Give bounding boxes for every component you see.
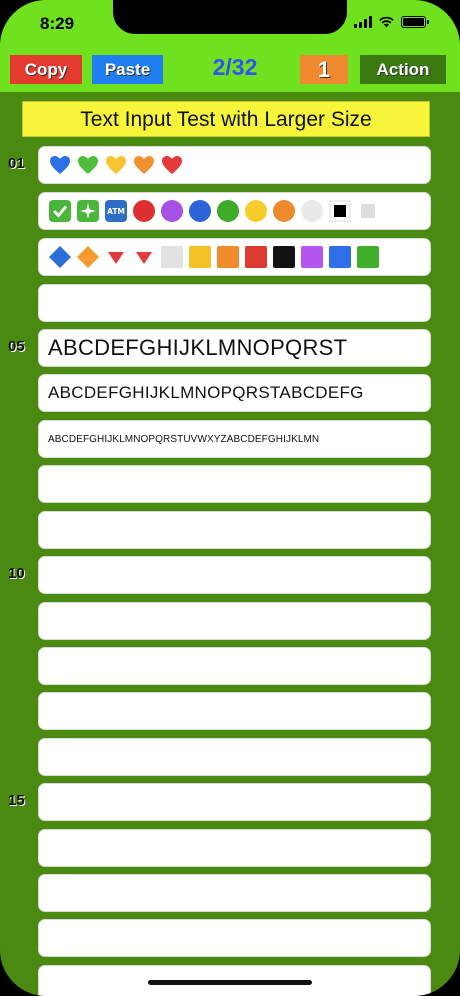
emoji-row <box>48 153 184 177</box>
white-square-icon <box>161 246 183 268</box>
orange-square-icon <box>217 246 239 268</box>
text-field-04[interactable] <box>38 284 431 322</box>
app-screen: 8:29 Copy Paste 2/32 1 Action Text Input… <box>0 0 460 996</box>
notch <box>113 0 347 34</box>
blue-diamond-icon <box>49 246 71 268</box>
yellow-heart-icon <box>106 156 126 174</box>
paste-button[interactable]: Paste <box>92 55 163 84</box>
red-triangle-down-icon <box>108 252 124 264</box>
red-triangle-down-small-icon <box>136 252 152 264</box>
orange-circle-icon <box>273 200 295 222</box>
purple-circle-icon <box>161 200 183 222</box>
text-field-03[interactable] <box>38 238 431 276</box>
text-field-09[interactable] <box>38 511 431 549</box>
black-square-icon <box>329 200 351 222</box>
blue-heart-icon <box>50 156 70 174</box>
page-title: Text Input Test with Larger Size <box>22 101 430 137</box>
yellow-circle-icon <box>245 200 267 222</box>
text-field-14[interactable] <box>38 738 431 776</box>
text-field-15[interactable] <box>38 783 431 821</box>
status-icons <box>354 16 429 28</box>
counter-button[interactable]: 1 <box>300 55 348 84</box>
green-circle-icon <box>217 200 239 222</box>
green-heart-icon <box>78 156 98 174</box>
text-field-06[interactable]: ABCDEFGHIJKLMNOPQRSTABCDEFG <box>38 374 431 412</box>
text-field-13[interactable] <box>38 692 431 730</box>
row-number-10: 10 <box>8 565 25 582</box>
text-field-18[interactable] <box>38 919 431 957</box>
black-square-icon <box>273 246 295 268</box>
text-field-11[interactable] <box>38 602 431 640</box>
device-frame: 8:29 Copy Paste 2/32 1 Action Text Input… <box>0 0 460 996</box>
red-square-icon <box>245 246 267 268</box>
text-field-10[interactable] <box>38 556 431 594</box>
text-field-05[interactable]: ABCDEFGHIJKLMNOPQRST <box>38 329 431 367</box>
text-field-12[interactable] <box>38 647 431 685</box>
row-number-15: 15 <box>8 792 25 809</box>
text-field-07[interactable]: ABCDEFGHIJKLMNOPQRSTUVWXYZABCDEFGHIJKLMN <box>38 420 431 458</box>
page-indicator: 2/32 <box>212 54 258 80</box>
field-text: ABCDEFGHIJKLMNOPQRST <box>48 335 348 360</box>
emoji-row: ATM <box>48 199 380 223</box>
orange-heart-icon <box>134 156 154 174</box>
purple-square-icon <box>301 246 323 268</box>
row-number-05: 05 <box>8 338 25 355</box>
field-text: ABCDEFGHIJKLMNOPQRSTUVWXYZABCDEFGHIJKLMN <box>48 433 320 445</box>
field-text: ABCDEFGHIJKLMNOPQRSTABCDEFG <box>48 383 364 402</box>
svg-text:ATM: ATM <box>107 207 125 216</box>
blue-circle-icon <box>189 200 211 222</box>
row-number-01: 01 <box>8 155 25 172</box>
wifi-icon <box>379 16 394 28</box>
copy-button[interactable]: Copy <box>10 55 82 84</box>
text-field-08[interactable] <box>38 465 431 503</box>
blue-square-icon <box>329 246 351 268</box>
green-square-icon <box>357 246 379 268</box>
home-indicator[interactable] <box>148 980 312 985</box>
battery-icon <box>401 16 429 28</box>
white-circle-icon <box>301 200 323 222</box>
text-field-02[interactable]: ATM <box>38 192 431 230</box>
check-box-icon <box>49 200 71 222</box>
white-small-square-icon <box>361 204 375 218</box>
orange-diamond-icon <box>77 246 99 268</box>
text-field-01[interactable] <box>38 146 431 184</box>
red-circle-icon <box>133 200 155 222</box>
sparkle-box-icon <box>77 200 99 222</box>
text-field-16[interactable] <box>38 829 431 867</box>
red-heart-icon <box>162 156 182 174</box>
text-field-17[interactable] <box>38 874 431 912</box>
emoji-row <box>48 245 380 269</box>
atm-sign-icon: ATM <box>105 200 127 222</box>
status-time: 8:29 <box>40 14 75 33</box>
action-button[interactable]: Action <box>360 55 446 84</box>
yellow-square-icon <box>189 246 211 268</box>
cellular-signal-icon <box>354 16 372 28</box>
